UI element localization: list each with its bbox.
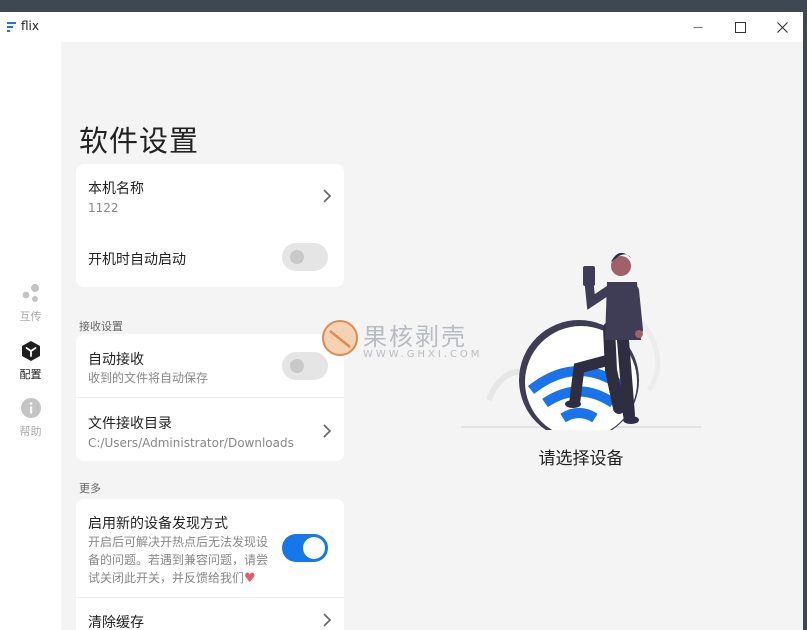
- new-discovery-desc-line3: 试关闭此开关，并反馈给我们♥: [88, 571, 256, 586]
- new-discovery-toggle[interactable]: [282, 534, 328, 562]
- auto-receive-subtitle: 收到的文件将自动保存: [88, 371, 209, 385]
- new-discovery-desc-line2: 备的问题。若遇到兼容问题，请尝: [88, 553, 269, 567]
- sidebar-item-transfer[interactable]: 互传: [0, 282, 61, 324]
- new-discovery-title: 启用新的设备发现方式: [88, 516, 228, 532]
- window-edge: [803, 12, 807, 630]
- person-with-wifi-illustration: [461, 252, 701, 430]
- main-content: 软件设置 本机名称 1122 开机时自动启动 接收设置 自动接收 收到的文件将自…: [61, 42, 803, 630]
- heart-icon: ♥: [244, 571, 256, 586]
- sidebar: 互传 配置 帮助: [0, 42, 61, 630]
- autostart-toggle[interactable]: [282, 243, 328, 271]
- sidebar-item-label: 帮助: [19, 425, 42, 438]
- more-settings-card: 启用新的设备发现方式 开启后可解决开热点后无法发现设 备的问题。若遇到兼容问题，…: [76, 499, 344, 630]
- sidebar-item-label: 配置: [19, 368, 42, 381]
- receive-dir-row[interactable]: 文件接收目录 C:/Users/Administrator/Downloads: [76, 398, 344, 461]
- auto-receive-row: 自动接收 收到的文件将自动保存: [76, 334, 344, 397]
- share-icon: [22, 284, 39, 302]
- receive-dir-value: C:/Users/Administrator/Downloads: [88, 436, 294, 450]
- sidebar-item-label: 互传: [19, 310, 42, 323]
- watermark-logo-icon: [322, 320, 358, 356]
- settings-cube-icon: [21, 341, 40, 361]
- new-discovery-row: 启用新的设备发现方式 开启后可解决开热点后无法发现设 备的问题。若遇到兼容问题，…: [76, 499, 344, 597]
- new-discovery-desc-line1: 开启后可解决开热点后无法发现设: [88, 535, 269, 549]
- minimize-button[interactable]: —: [677, 12, 719, 42]
- maximize-button[interactable]: [719, 12, 761, 42]
- autostart-title: 开机时自动启动: [88, 252, 186, 268]
- flix-logo-icon: [7, 22, 17, 32]
- receive-settings-card: 自动接收 收到的文件将自动保存 文件接收目录 C:/Users/Administ…: [76, 334, 344, 461]
- close-icon: [776, 21, 788, 33]
- maximize-icon: [734, 21, 746, 33]
- auto-receive-title: 自动接收: [88, 352, 144, 368]
- watermark-text: 果核剥壳: [363, 323, 467, 351]
- sidebar-item-config[interactable]: 配置: [0, 340, 61, 382]
- device-name-value: 1122: [88, 201, 119, 215]
- receive-section-label: 接收设置: [79, 320, 123, 333]
- device-name-row[interactable]: 本机名称 1122: [76, 164, 344, 226]
- clear-cache-row[interactable]: 清除缓存: [76, 598, 344, 630]
- chevron-right-icon: [323, 613, 332, 627]
- chevron-right-icon: [323, 424, 332, 438]
- general-settings-card: 本机名称 1122 开机时自动启动: [76, 164, 344, 287]
- chevron-right-icon: [323, 189, 332, 203]
- app-title: flix: [21, 19, 39, 33]
- close-button[interactable]: [761, 12, 803, 42]
- app-window: flix — 互传 配置 帮助 软件设置 本机名称 1122 开机时自动启动 接…: [0, 12, 803, 630]
- autostart-row: 开机时自动启动: [76, 226, 344, 287]
- page-title: 软件设置: [79, 124, 200, 158]
- sidebar-item-help[interactable]: 帮助: [0, 397, 61, 439]
- device-name-title: 本机名称: [88, 181, 144, 197]
- minimize-icon: —: [693, 21, 703, 33]
- info-icon: [20, 398, 41, 418]
- more-section-label: 更多: [79, 482, 101, 495]
- title-bar: flix —: [0, 12, 803, 42]
- receive-dir-title: 文件接收目录: [88, 416, 172, 432]
- clear-cache-title: 清除缓存: [88, 615, 144, 630]
- select-device-hint: 请选择设备: [538, 449, 624, 469]
